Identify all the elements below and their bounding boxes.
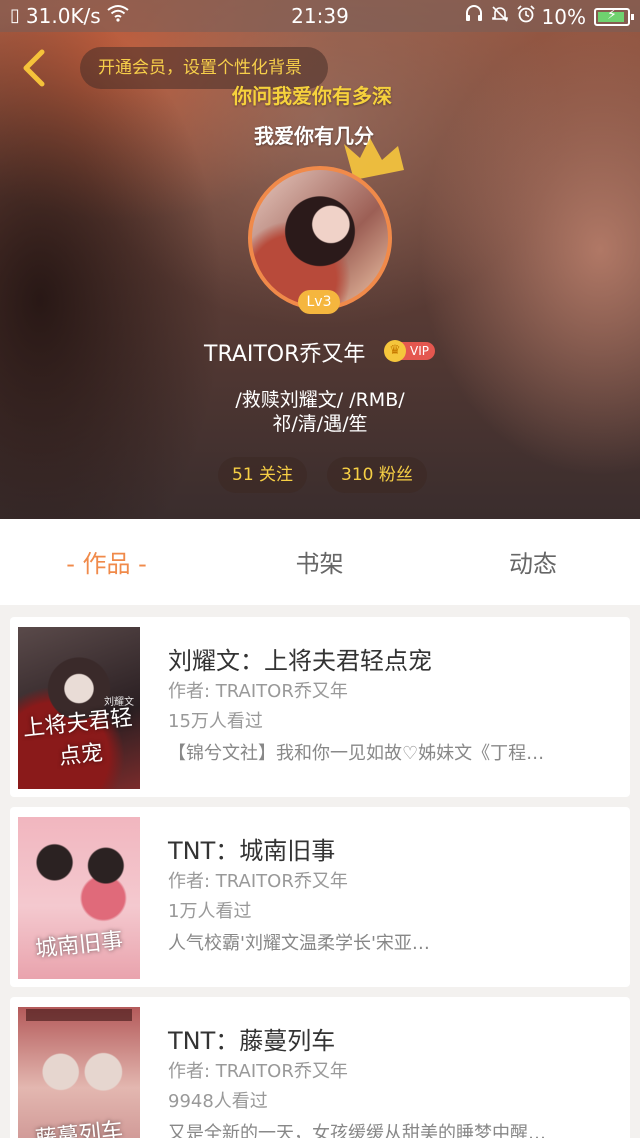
username: TRAITOR乔又年 xyxy=(204,342,366,367)
profile-bio: /救赎刘耀文/ /RMB/ 祁/清/遇/笙 xyxy=(0,388,640,436)
signature-line-1: 你问我爱你有多深 xyxy=(232,84,392,108)
vip-badge[interactable]: ♛ VIP xyxy=(384,340,435,362)
back-button[interactable] xyxy=(14,46,54,90)
book-card[interactable]: 藤蔓列车 TNT：藤蔓列车 作者: TRAITOR乔又年 9948人看过 又是全… xyxy=(10,997,630,1138)
bio-line-1: /救赎刘耀文/ /RMB/ xyxy=(235,389,405,411)
book-description: 【锦兮文社】我和你一见如故♡姊妹文《丁程… xyxy=(168,743,545,764)
book-cover[interactable]: 藤蔓列车 xyxy=(18,1007,140,1138)
book-title[interactable]: 刘耀文：上将夫君轻点宠 xyxy=(168,641,432,676)
battery-icon: ⚡ xyxy=(594,7,634,26)
followers-button[interactable]: 310 粉丝 xyxy=(327,457,427,493)
book-author: 作者: TRAITOR乔又年 xyxy=(168,871,348,892)
crown-icon: ♛ xyxy=(384,340,406,362)
book-author: 作者: TRAITOR乔又年 xyxy=(168,1061,348,1082)
book-views: 1万人看过 xyxy=(168,901,252,922)
alarm-icon xyxy=(516,4,536,30)
tab-bookshelf[interactable]: 书架 xyxy=(213,519,426,605)
tab-activity[interactable]: 动态 xyxy=(426,519,640,605)
book-author: 作者: TRAITOR乔又年 xyxy=(168,681,348,702)
book-cover[interactable]: 刘耀文 上将夫君轻点宠 xyxy=(18,627,140,789)
headset-icon xyxy=(464,4,484,30)
book-card[interactable]: 刘耀文 上将夫君轻点宠 刘耀文：上将夫君轻点宠 作者: TRAITOR乔又年 1… xyxy=(10,617,630,797)
tab-works[interactable]: - 作品 - xyxy=(0,519,213,605)
tab-bar: - 作品 - 书架 动态 xyxy=(0,519,640,605)
battery-percent: 10% xyxy=(541,5,586,29)
cover-title: 城南旧事 xyxy=(34,928,125,963)
book-title[interactable]: TNT：藤蔓列车 xyxy=(168,1021,335,1056)
level-badge: Lv3 xyxy=(298,290,340,314)
bio-line-2: 祁/清/遇/笙 xyxy=(272,413,368,435)
profile-header: ▯ 31.0K/s 21:39 10% ⚡ 开通会员，设置个性化背景 你问我爱你… xyxy=(0,0,640,519)
book-title[interactable]: TNT：城南旧事 xyxy=(168,831,335,866)
cover-title: 藤蔓列车 xyxy=(34,1118,125,1138)
book-description: 又是全新的一天，女孩缓缓从甜美的睡梦中醒… xyxy=(168,1123,546,1138)
avatar[interactable] xyxy=(248,166,392,310)
book-views: 15万人看过 xyxy=(168,711,263,732)
status-bar: ▯ 31.0K/s 21:39 10% ⚡ xyxy=(0,0,640,32)
book-views: 9948人看过 xyxy=(168,1091,268,1112)
following-button[interactable]: 51 关注 xyxy=(218,457,308,493)
avatar-container[interactable]: Lv3 xyxy=(248,166,392,314)
book-card[interactable]: 城南旧事 TNT：城南旧事 作者: TRAITOR乔又年 1万人看过 人气校霸'… xyxy=(10,807,630,987)
chevron-left-icon xyxy=(23,49,45,87)
follow-stats: 51 关注 310 粉丝 xyxy=(218,457,427,493)
cover-title: 上将夫君轻点宠 xyxy=(21,705,134,771)
mute-icon xyxy=(490,4,510,30)
book-description: 人气校霸'刘耀文温柔学长'宋亚… xyxy=(168,933,430,954)
book-cover[interactable]: 城南旧事 xyxy=(18,817,140,979)
